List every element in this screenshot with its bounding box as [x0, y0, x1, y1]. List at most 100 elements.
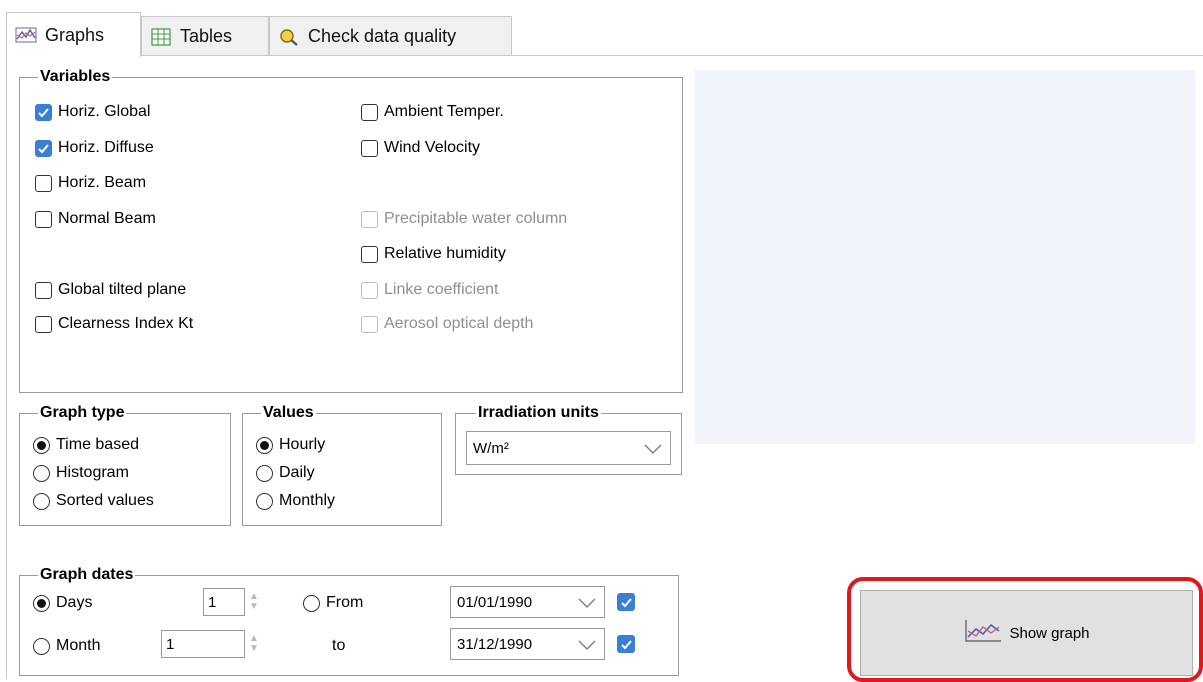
checkbox-icon[interactable] [35, 315, 52, 333]
checkbox-checked-icon[interactable] [35, 103, 52, 121]
checkbox-disabled-icon [361, 315, 378, 333]
tab-tables-label: Tables [180, 26, 233, 46]
var-clearness-index[interactable]: Clearness Index Kt [35, 315, 193, 333]
var-ambient-temper[interactable]: Ambient Temper. [361, 103, 504, 121]
spin-arrows-icon[interactable]: ▲ ▼ [245, 630, 263, 658]
days-label: Days [56, 594, 93, 611]
days-spinner[interactable]: 1 ▲ ▼ [203, 588, 263, 616]
radio-icon[interactable] [256, 464, 273, 482]
graph-type-title: Graph type [38, 403, 127, 423]
check-icon [620, 639, 632, 649]
tab-graphs-label: Graphs [45, 24, 105, 45]
values-title: Values [261, 403, 316, 423]
option-label: Hourly [279, 436, 326, 453]
checkbox-icon[interactable] [35, 210, 52, 228]
days-value[interactable]: 1 [203, 588, 245, 616]
graph-preview-area [695, 70, 1195, 444]
radio-selected-icon[interactable] [256, 436, 273, 454]
var-horiz-global[interactable]: Horiz. Global [35, 103, 150, 121]
graph-icon [15, 26, 37, 44]
var-linke-coefficient: Linke coefficient [361, 281, 498, 299]
var-global-tilted-plane[interactable]: Global tilted plane [35, 281, 186, 299]
var-label: Wind Velocity [384, 139, 481, 156]
var-label: Global tilted plane [58, 281, 187, 298]
checkbox-icon[interactable] [361, 139, 378, 157]
var-normal-beam[interactable]: Normal Beam [35, 210, 156, 228]
variables-group: Variables [19, 67, 683, 393]
dates-days-radio[interactable]: Days [33, 594, 92, 612]
graph-type-time-based[interactable]: Time based [33, 436, 139, 454]
graph-dates-title: Graph dates [38, 565, 136, 585]
to-date-checkbox[interactable] [617, 635, 635, 653]
graph-type-sorted-values[interactable]: Sorted values [33, 492, 154, 510]
option-label: Histogram [56, 464, 129, 481]
radio-selected-icon[interactable] [33, 436, 50, 454]
irradiation-units-select[interactable]: W/m² [466, 431, 671, 465]
var-label: Aerosol optical depth [384, 315, 534, 332]
tab-tables[interactable]: Tables [141, 16, 269, 56]
tab-check-data-quality[interactable]: Check data quality [269, 16, 512, 56]
var-label: Horiz. Global [58, 103, 151, 120]
to-date-picker[interactable]: 31/12/1990 [450, 628, 605, 660]
option-label: Time based [56, 436, 139, 453]
option-label: Sorted values [56, 492, 154, 509]
values-hourly[interactable]: Hourly [256, 436, 325, 454]
tab-graphs[interactable]: Graphs [6, 12, 141, 57]
values-monthly[interactable]: Monthly [256, 492, 335, 510]
check-icon [620, 597, 632, 607]
var-label: Linke coefficient [384, 281, 499, 298]
month-label: Month [56, 637, 101, 654]
checkbox-disabled-icon [361, 281, 378, 299]
to-label: to [332, 637, 346, 654]
radio-icon[interactable] [303, 594, 320, 612]
from-date-picker[interactable]: 01/01/1990 [450, 586, 605, 618]
chevron-down-icon [578, 596, 596, 608]
var-label: Horiz. Beam [58, 174, 147, 191]
dates-to-label: to [332, 637, 345, 655]
checkbox-icon[interactable] [361, 245, 378, 263]
from-date-checkbox[interactable] [617, 593, 635, 611]
dates-from-radio[interactable]: From [303, 594, 363, 612]
chevron-down-icon [578, 638, 596, 650]
graph-type-histogram[interactable]: Histogram [33, 464, 129, 482]
dates-month-radio[interactable]: Month [33, 637, 100, 655]
values-daily[interactable]: Daily [256, 464, 315, 482]
var-label: Precipitable water column [384, 210, 568, 227]
tab-bar: Graphs Tables Check data quality [0, 0, 1203, 57]
month-value[interactable]: 1 [161, 630, 245, 658]
spin-arrows-icon[interactable]: ▲ ▼ [245, 588, 263, 616]
var-wind-velocity[interactable]: Wind Velocity [361, 139, 480, 157]
var-label: Normal Beam [58, 210, 156, 227]
var-label: Relative humidity [384, 245, 506, 262]
magnifier-icon [278, 28, 300, 46]
radio-icon[interactable] [256, 492, 273, 510]
radio-icon[interactable] [33, 464, 50, 482]
checkbox-icon[interactable] [361, 103, 378, 121]
checkbox-checked-icon[interactable] [35, 139, 52, 157]
option-label: Monthly [279, 492, 336, 509]
var-horiz-diffuse[interactable]: Horiz. Diffuse [35, 139, 154, 157]
var-label: Clearness Index Kt [58, 315, 194, 332]
irradiation-units-value: W/m² [473, 439, 509, 457]
var-label: Horiz. Diffuse [58, 139, 154, 156]
checkbox-icon[interactable] [35, 174, 52, 192]
radio-icon[interactable] [33, 492, 50, 510]
radio-selected-icon[interactable] [33, 594, 50, 612]
irradiation-units-title: Irradiation units [476, 403, 601, 423]
var-precipitable-water: Precipitable water column [361, 210, 567, 228]
to-date-value: 31/12/1990 [457, 635, 533, 653]
from-label: From [326, 594, 364, 611]
option-label: Daily [279, 464, 315, 481]
var-label: Ambient Temper. [384, 103, 504, 120]
month-spinner[interactable]: 1 ▲ ▼ [161, 630, 263, 658]
checkbox-icon[interactable] [35, 281, 52, 299]
var-relative-humidity[interactable]: Relative humidity [361, 245, 506, 263]
from-date-value: 01/01/1990 [457, 593, 533, 611]
var-horiz-beam[interactable]: Horiz. Beam [35, 174, 146, 192]
table-icon [150, 27, 172, 46]
highlight-annotation [847, 577, 1203, 682]
radio-icon[interactable] [33, 637, 50, 655]
tab-check-data-quality-label: Check data quality [308, 26, 457, 46]
chevron-down-icon [644, 442, 662, 454]
var-aerosol-optical-depth: Aerosol optical depth [361, 315, 533, 333]
